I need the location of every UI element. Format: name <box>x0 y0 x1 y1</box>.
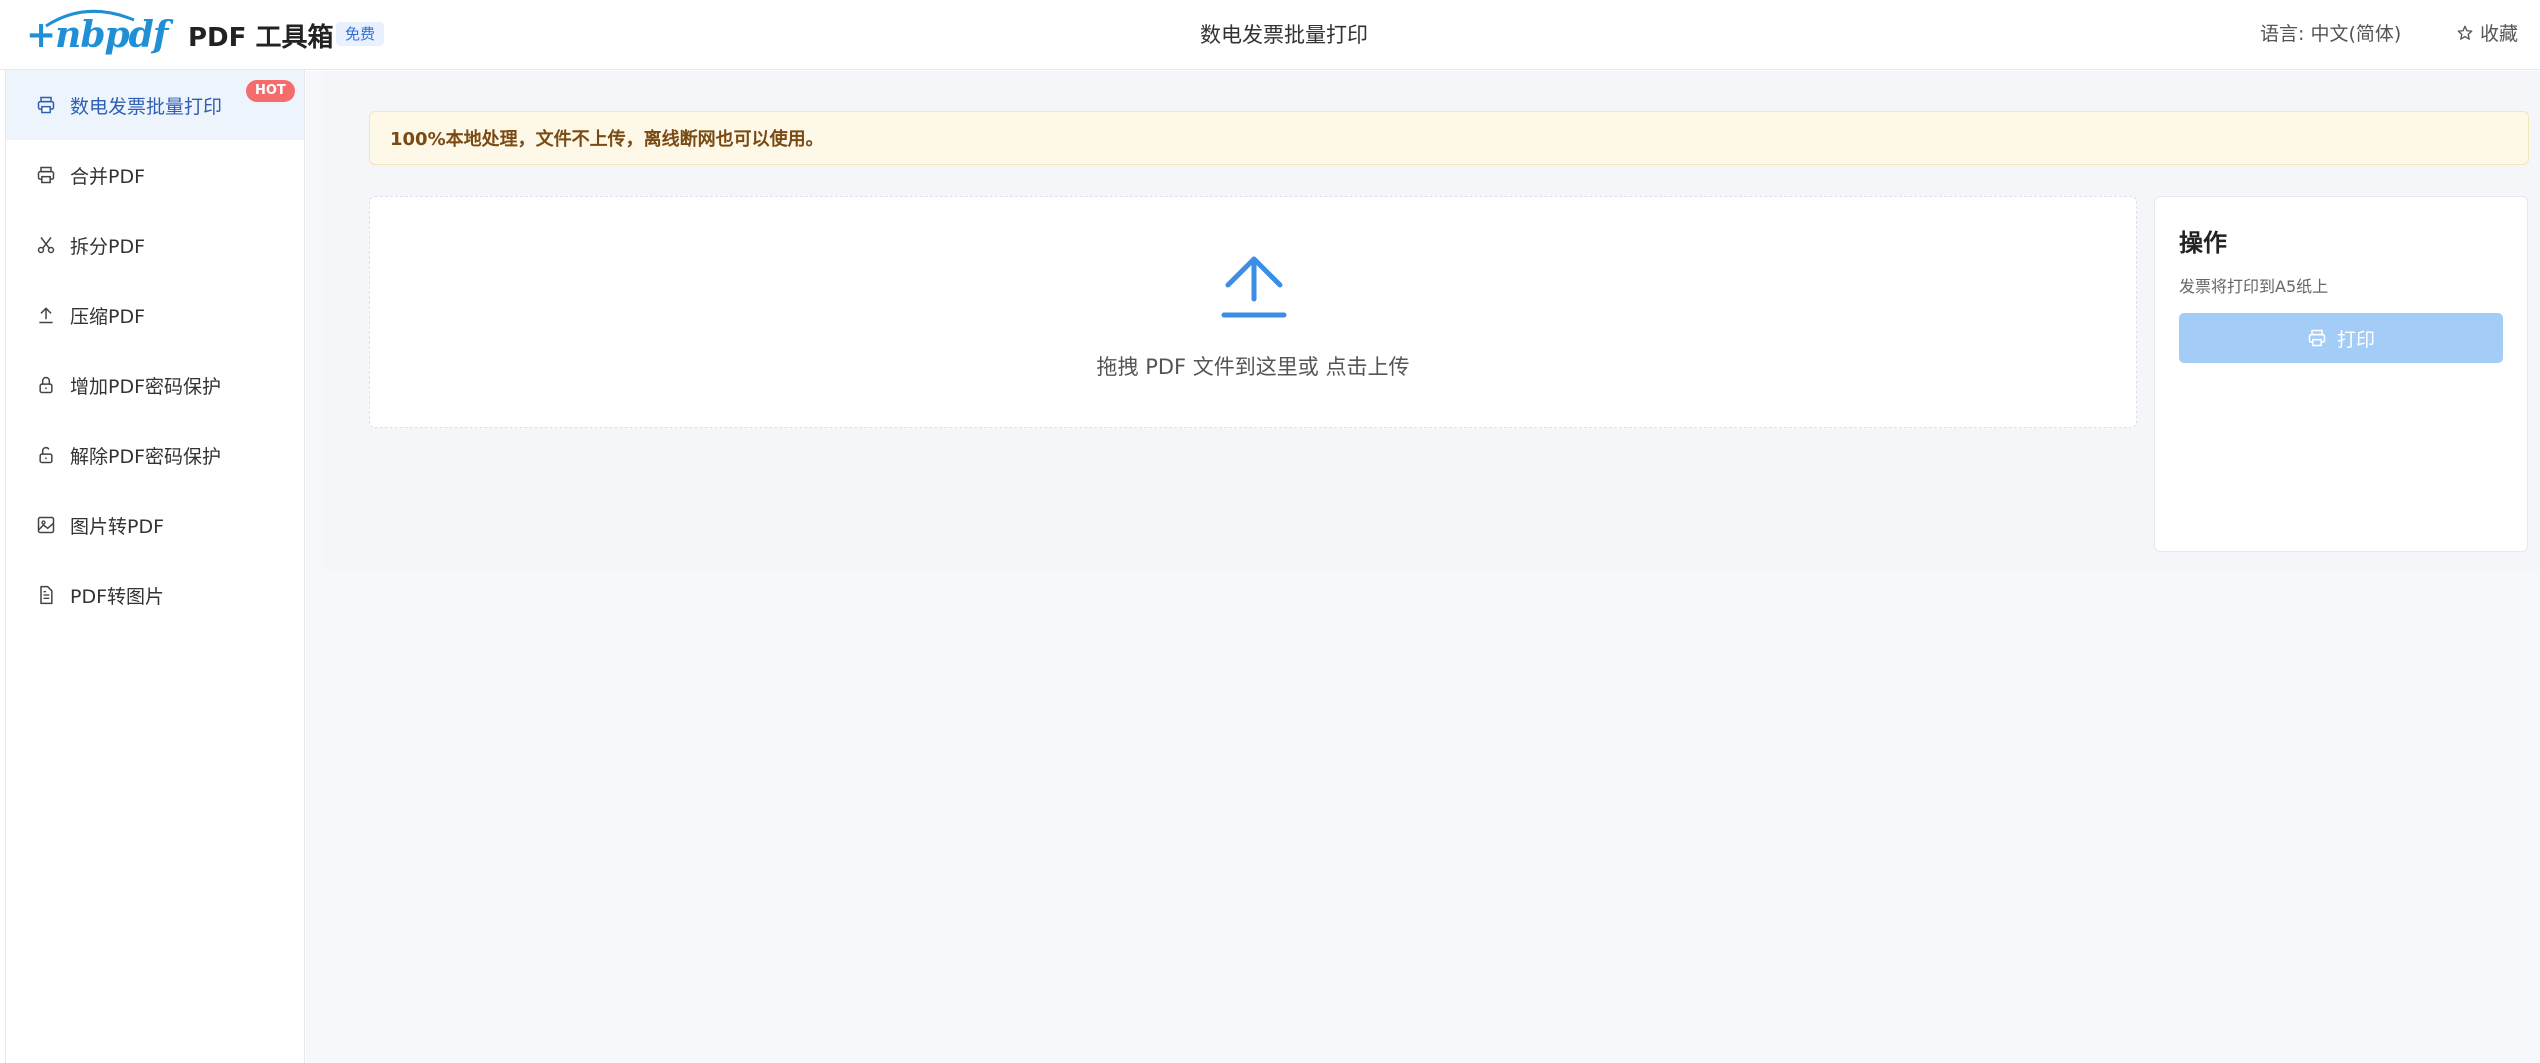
image-icon <box>37 516 55 534</box>
favorite-button[interactable]: 收藏 <box>2456 19 2518 46</box>
unlock-icon <box>39 446 53 464</box>
print-button-label: 打印 <box>2336 328 2375 351</box>
printer-icon <box>2308 329 2326 347</box>
operations-panel: 操作 发票将打印到A5纸上 打印 <box>2154 196 2528 552</box>
print-button[interactable]: 打印 <box>2179 313 2503 363</box>
sidebar-item-label: 增加PDF密码保护 <box>70 375 222 398</box>
sidebar-item-label: 数电发票批量打印 <box>70 95 223 118</box>
document-icon <box>40 585 53 605</box>
printer-icon <box>37 96 55 114</box>
sidebar-item-remove-password[interactable]: 解除PDF密码保护 <box>6 420 304 490</box>
upload-dropzone[interactable]: 拖拽 PDF 文件到这里或 点击上传 <box>369 196 2137 428</box>
sidebar-item-label: 图片转PDF <box>70 515 165 538</box>
upload-arrow-icon <box>39 307 53 324</box>
lock-icon <box>39 376 53 394</box>
sidebar-item-label: PDF转图片 <box>70 585 165 608</box>
sidebar-item-label: 解除PDF密码保护 <box>70 445 222 468</box>
sidebar-item-compress-pdf[interactable]: 压缩PDF <box>6 280 304 350</box>
sidebar-item-label: 压缩PDF <box>70 305 146 328</box>
offline-notice: 100%本地处理，文件不上传，离线断网也可以使用。 <box>369 111 2529 165</box>
hot-badge: HOT <box>246 80 295 102</box>
page-title: 数电发票批量打印 <box>1200 23 1368 47</box>
scissors-icon <box>37 237 55 254</box>
star-icon <box>2457 25 2473 40</box>
sidebar-item-label: 拆分PDF <box>70 235 146 258</box>
favorite-label: 收藏 <box>2480 23 2519 45</box>
sidebar-item-invoice-print[interactable]: 数电发票批量打印 HOT <box>6 70 304 140</box>
sidebar-item-pdf-to-image[interactable]: PDF转图片 <box>6 560 304 630</box>
sidebar-item-merge-pdf[interactable]: 合并PDF <box>6 140 304 210</box>
sidebar: 数电发票批量打印 HOT 合并PDF 拆分PDF 压缩PDF 增加PDF密码保护… <box>5 70 305 1063</box>
sidebar-item-split-pdf[interactable]: 拆分PDF <box>6 210 304 280</box>
operations-description: 发票将打印到A5纸上 <box>2179 277 2329 296</box>
upload-icon <box>1221 256 1287 318</box>
app-title: PDF 工具箱 <box>188 23 334 53</box>
sidebar-item-add-password[interactable]: 增加PDF密码保护 <box>6 350 304 420</box>
free-badge: 免费 <box>336 22 385 46</box>
operations-title: 操作 <box>2179 229 2227 257</box>
top-header: +nbpdf PDF 工具箱 免费 数电发票批量打印 语言: 中文(简体) 收藏 <box>0 0 2540 70</box>
tool-panel: 100%本地处理，文件不上传，离线断网也可以使用。 拖拽 PDF 文件到这里或 … <box>324 71 2540 571</box>
sidebar-item-label: 合并PDF <box>70 165 146 188</box>
printer-icon <box>37 166 55 184</box>
sidebar-item-image-to-pdf[interactable]: 图片转PDF <box>6 490 304 560</box>
language-selector[interactable]: 语言: 中文(简体) <box>2260 19 2401 46</box>
main-area: 100%本地处理，文件不上传，离线断网也可以使用。 拖拽 PDF 文件到这里或 … <box>306 71 2540 1063</box>
dropzone-text[interactable]: 拖拽 PDF 文件到这里或 点击上传 <box>370 351 2136 381</box>
logo-text: +nbpdf <box>26 14 168 56</box>
